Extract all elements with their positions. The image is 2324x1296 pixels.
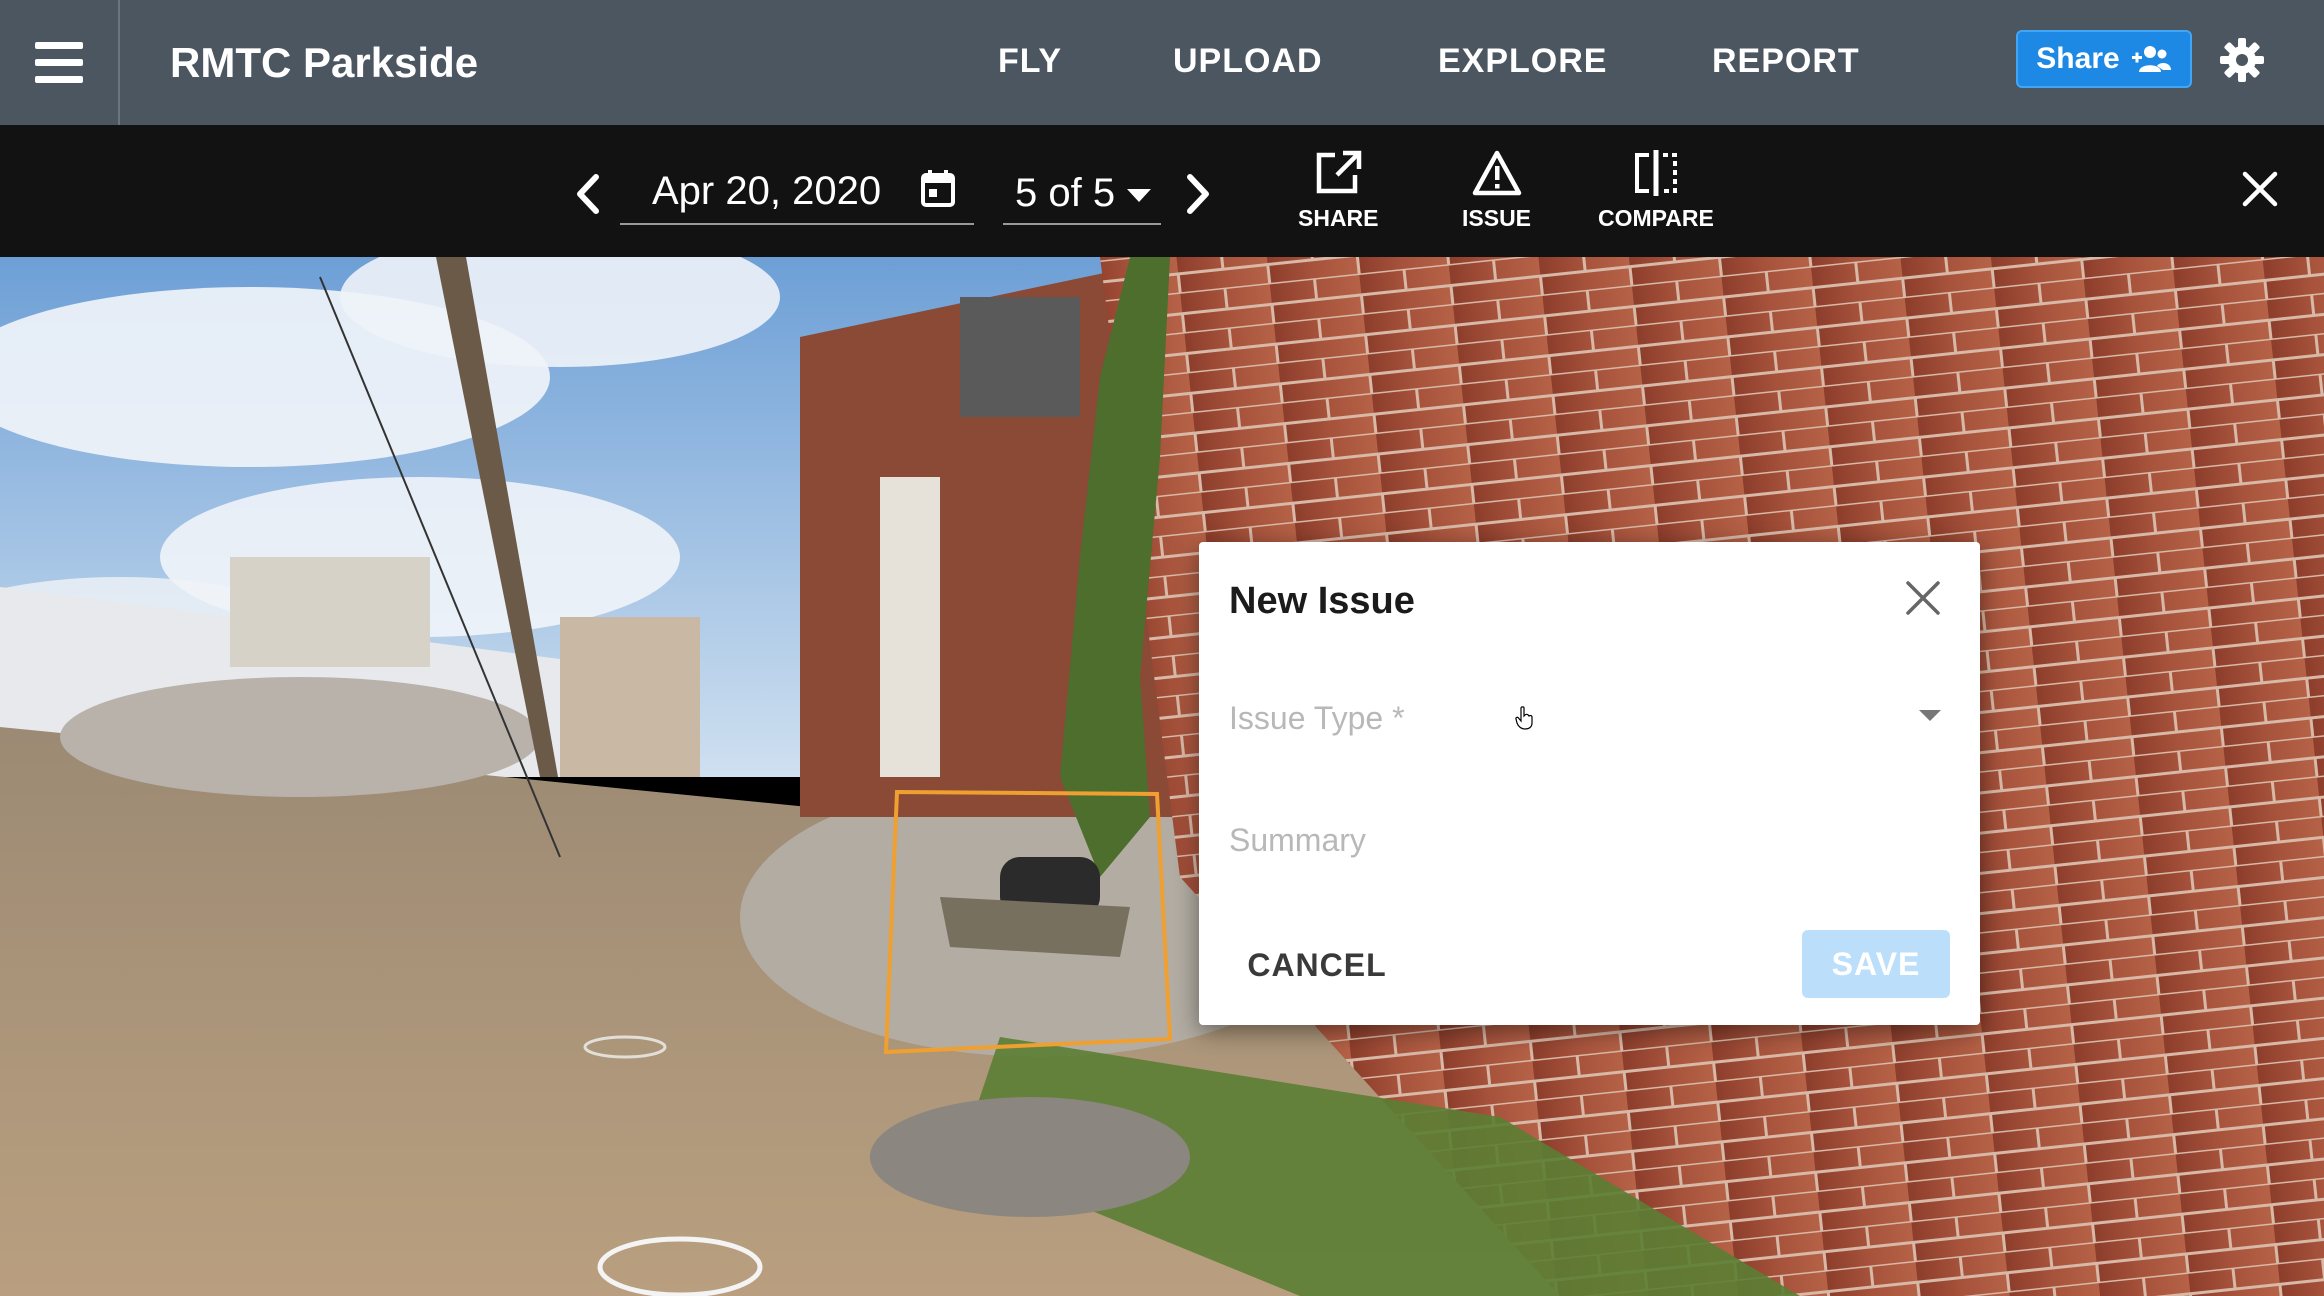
share-tool-button[interactable]: SHARE — [1298, 149, 1379, 232]
new-issue-dialog: New Issue Issue Type * CANCEL SAVE — [1199, 542, 1980, 1025]
app-header: RMTC Parkside FLY UPLOAD EXPLORE REPORT … — [0, 0, 2324, 125]
dialog-title: New Issue — [1229, 580, 1415, 622]
summary-input[interactable] — [1229, 810, 1951, 870]
close-icon[interactable] — [1903, 578, 1943, 618]
close-icon[interactable] — [2240, 169, 2280, 209]
date-picker[interactable]: Apr 20, 2020 — [620, 161, 974, 225]
hamburger-menu-icon[interactable] — [0, 0, 120, 125]
capture-date: Apr 20, 2020 — [652, 169, 882, 213]
nav-fly[interactable]: FLY — [998, 42, 1062, 81]
share-tool-label: SHARE — [1298, 205, 1379, 231]
hand-cursor-icon — [1515, 706, 1533, 730]
summary-field — [1229, 810, 1951, 870]
chevron-left-icon[interactable] — [574, 173, 600, 215]
external-link-icon — [1317, 150, 1362, 194]
split-compare-icon — [1634, 150, 1677, 196]
capture-toolbar: Apr 20, 2020 5 of 5 SHARE ISSUE COMPARE — [0, 125, 2324, 257]
share-button-label: Share — [2036, 42, 2120, 75]
nav-explore[interactable]: EXPLORE — [1438, 42, 1607, 81]
calendar-icon — [921, 170, 955, 207]
capture-index-select[interactable]: 5 of 5 — [1003, 161, 1161, 225]
chevron-right-icon[interactable] — [1186, 173, 1212, 215]
issue-type-select[interactable]: Issue Type * — [1229, 692, 1951, 752]
issue-tool-label: ISSUE — [1462, 205, 1532, 231]
cancel-button[interactable]: CANCEL — [1229, 932, 1405, 998]
issue-type-label: Issue Type * — [1229, 700, 1405, 736]
nav-upload[interactable]: UPLOAD — [1173, 42, 1323, 81]
issue-tool-button[interactable]: ISSUE — [1462, 149, 1531, 232]
chevron-down-icon — [1127, 189, 1151, 202]
compare-tool-button[interactable]: COMPARE — [1598, 149, 1714, 232]
capture-index: 5 of 5 — [1015, 171, 1116, 215]
warning-triangle-icon — [1472, 150, 1521, 196]
chevron-down-icon — [1919, 710, 1941, 721]
nav-report[interactable]: REPORT — [1712, 42, 1860, 81]
project-title: RMTC Parkside — [170, 38, 479, 86]
save-button[interactable]: SAVE — [1802, 930, 1950, 998]
compare-tool-label: COMPARE — [1598, 205, 1714, 231]
add-people-icon — [2131, 46, 2171, 72]
share-button[interactable]: Share — [2016, 30, 2192, 88]
gear-icon[interactable] — [2218, 36, 2266, 84]
